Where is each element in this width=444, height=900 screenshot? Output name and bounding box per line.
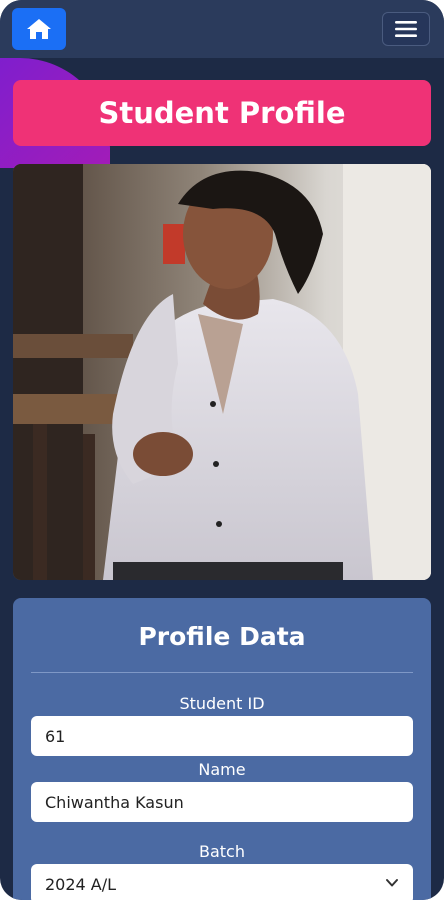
profile-data-heading: Profile Data	[138, 622, 306, 651]
batch-label: Batch	[199, 842, 245, 861]
chevron-down-icon	[386, 879, 398, 887]
student-photo	[13, 164, 431, 580]
name-field[interactable]: Chiwantha Kasun	[31, 782, 413, 822]
student-id-field[interactable]: 61	[31, 716, 413, 756]
profile-data-card: Profile Data Student ID 61 Name Chiwanth…	[13, 598, 431, 900]
menu-toggle-button[interactable]	[382, 12, 430, 46]
page-title: Student Profile	[13, 80, 431, 146]
batch-selected-value: 2024 A/L	[45, 874, 117, 894]
home-button[interactable]	[12, 8, 66, 50]
batch-select[interactable]: 2024 A/L	[31, 864, 413, 900]
student-id-label: Student ID	[179, 694, 265, 713]
student-photo-illustration	[13, 164, 431, 580]
name-label: Name	[198, 760, 246, 779]
phone-frame: Student Profile Profile Data Student ID …	[0, 0, 444, 900]
hamburger-menu-icon	[395, 21, 417, 37]
top-navbar	[0, 0, 444, 58]
heading-divider	[31, 672, 413, 673]
home-icon	[27, 19, 51, 39]
